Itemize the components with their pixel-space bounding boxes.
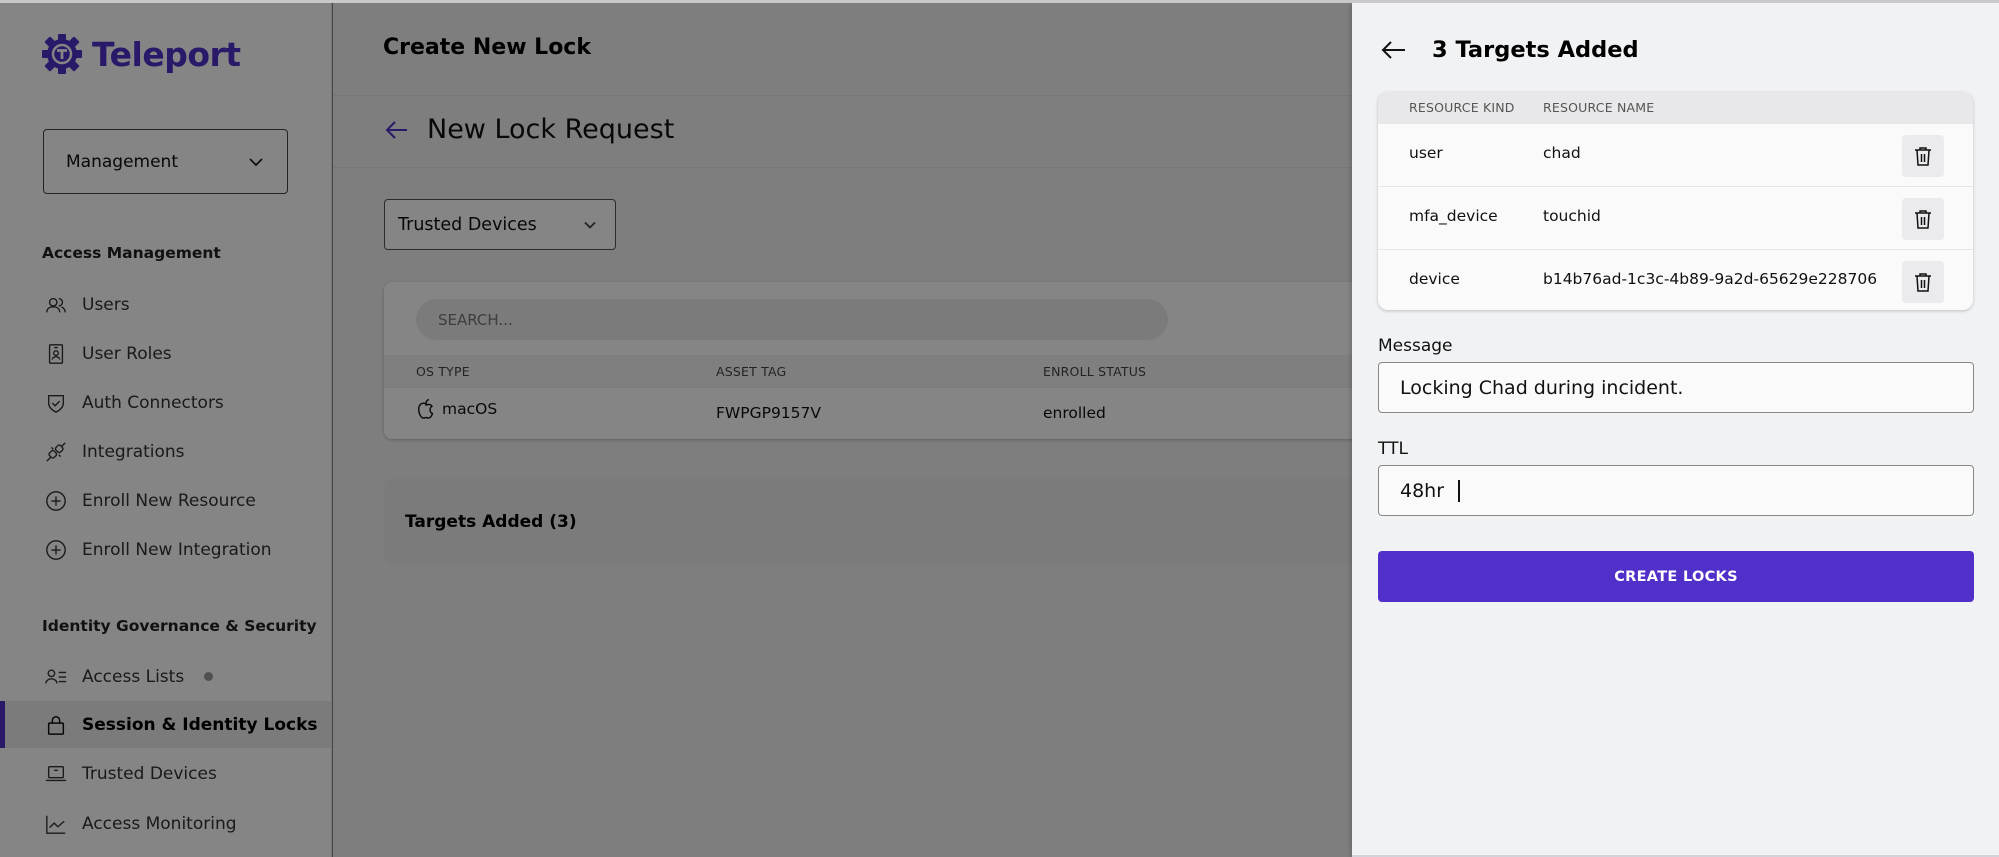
resource-kind-cell: mfa_device xyxy=(1409,207,1498,225)
trash-icon xyxy=(1915,147,1931,166)
back-arrow-icon[interactable] xyxy=(1380,36,1408,64)
message-input[interactable] xyxy=(1400,376,1973,399)
table-row: mfa_device touchid xyxy=(1378,186,1973,249)
drawer-header: 3 Targets Added xyxy=(1380,36,1639,64)
delete-target-button[interactable] xyxy=(1902,135,1944,177)
message-field[interactable] xyxy=(1378,362,1974,413)
window-top-border xyxy=(0,0,1999,3)
ttl-input[interactable] xyxy=(1400,479,1460,502)
create-locks-button[interactable]: CREATE LOCKS xyxy=(1378,551,1974,602)
ttl-label: TTL xyxy=(1378,439,1408,459)
text-cursor xyxy=(1458,479,1460,502)
table-row: device b14b76ad-1c3c-4b89-9a2d-65629e228… xyxy=(1378,249,1973,310)
table-row: user chad xyxy=(1378,123,1973,186)
trash-icon xyxy=(1915,210,1931,229)
resource-name-cell: b14b76ad-1c3c-4b89-9a2d-65629e228706 xyxy=(1543,270,1878,288)
ttl-field[interactable] xyxy=(1378,465,1974,516)
delete-target-button[interactable] xyxy=(1902,198,1944,240)
delete-target-button[interactable] xyxy=(1902,261,1944,303)
resource-kind-cell: user xyxy=(1409,144,1443,162)
table-header: RESOURCE KIND RESOURCE NAME xyxy=(1378,92,1973,123)
resource-name-cell: chad xyxy=(1543,144,1581,162)
targets-drawer: 3 Targets Added RESOURCE KIND RESOURCE N… xyxy=(1352,3,1999,857)
resource-kind-cell: device xyxy=(1409,270,1460,288)
message-label: Message xyxy=(1378,336,1453,356)
modal-backdrop[interactable] xyxy=(0,3,1352,857)
column-header-resource-kind: RESOURCE KIND xyxy=(1409,100,1515,115)
column-header-resource-name: RESOURCE NAME xyxy=(1543,100,1655,115)
targets-table: RESOURCE KIND RESOURCE NAME user chad mf… xyxy=(1378,92,1973,310)
drawer-title: 3 Targets Added xyxy=(1432,37,1639,63)
app: Teleport Management Access Management Us… xyxy=(0,0,1999,857)
resource-name-cell: touchid xyxy=(1543,207,1601,225)
trash-icon xyxy=(1915,273,1931,292)
